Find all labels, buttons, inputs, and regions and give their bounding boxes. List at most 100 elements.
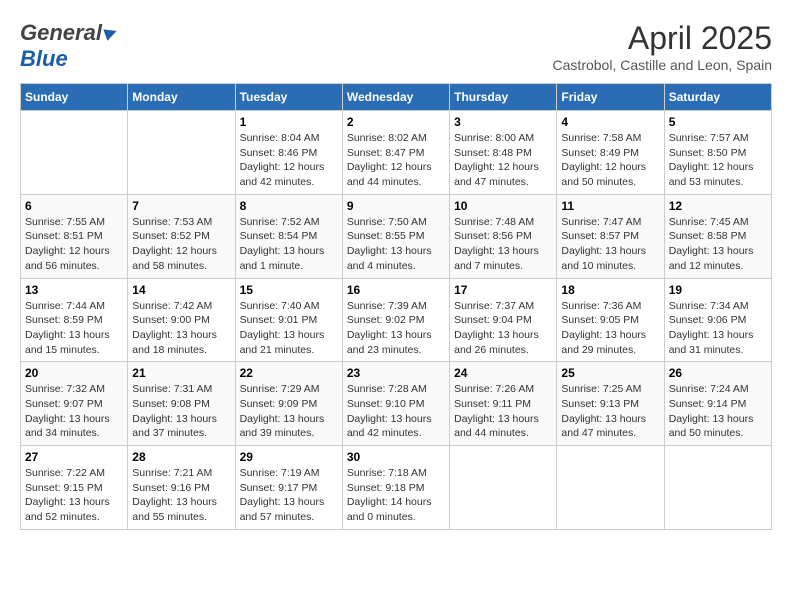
day-number: 29 — [240, 450, 338, 464]
day-number: 30 — [347, 450, 445, 464]
logo-general: General — [20, 20, 102, 46]
day-number: 2 — [347, 115, 445, 129]
day-info: Sunrise: 7:31 AMSunset: 9:08 PMDaylight:… — [132, 382, 230, 441]
day-number: 1 — [240, 115, 338, 129]
day-info: Sunrise: 7:57 AMSunset: 8:50 PMDaylight:… — [669, 131, 767, 190]
day-info: Sunrise: 7:52 AMSunset: 8:54 PMDaylight:… — [240, 215, 338, 274]
calendar-week-row: 6 Sunrise: 7:55 AMSunset: 8:51 PMDaylight… — [21, 194, 772, 278]
day-info: Sunrise: 7:18 AMSunset: 9:18 PMDaylight:… — [347, 466, 445, 525]
logo: General Blue — [20, 20, 117, 72]
calendar-cell: 14Sunrise: 7:42 AMSunset: 9:00 PMDayligh… — [128, 278, 235, 362]
day-number: 28 — [132, 450, 230, 464]
calendar-cell: 4Sunrise: 7:58 AMSunset: 8:49 PMDaylight… — [557, 111, 664, 195]
month-title: April 2025 — [553, 20, 772, 57]
calendar-cell: 3 Sunrise: 8:00 AMSunset: 8:48 PMDaylight… — [450, 111, 557, 195]
day-info: Sunrise: 7:53 AMSunset: 8:52 PMDaylight:… — [132, 215, 230, 274]
day-info: Sunrise: 7:34 AMSunset: 9:06 PMDaylight:… — [669, 299, 767, 358]
calendar-header-row: SundayMondayTuesdayWednesdayThursdayFrid… — [21, 84, 772, 111]
calendar-cell: 28 Sunrise: 7:21 AMSunset: 9:16 PMDayligh… — [128, 446, 235, 530]
day-number: 3 — [454, 115, 552, 129]
logo-icon — [103, 25, 118, 40]
calendar-week-row: 13 Sunrise: 7:44 AMSunset: 8:59 PMDayligh… — [21, 278, 772, 362]
day-info: Sunrise: 7:37 AMSunset: 9:04 PMDaylight:… — [454, 299, 552, 358]
day-info: Sunrise: 8:00 AMSunset: 8:48 PMDaylight:… — [454, 131, 552, 190]
calendar-cell: 8 Sunrise: 7:52 AMSunset: 8:54 PMDaylight… — [235, 194, 342, 278]
day-info: Sunrise: 7:32 AMSunset: 9:07 PMDaylight:… — [25, 382, 123, 441]
day-info: Sunrise: 7:47 AMSunset: 8:57 PMDaylight:… — [561, 215, 659, 274]
day-number: 8 — [240, 199, 338, 213]
day-number: 22 — [240, 366, 338, 380]
day-number: 17 — [454, 283, 552, 297]
calendar-cell: 9Sunrise: 7:50 AMSunset: 8:55 PMDaylight… — [342, 194, 449, 278]
day-info: Sunrise: 7:25 AMSunset: 9:13 PMDaylight:… — [561, 382, 659, 441]
calendar-cell: 23Sunrise: 7:28 AMSunset: 9:10 PMDayligh… — [342, 362, 449, 446]
day-info: Sunrise: 7:55 AMSunset: 8:51 PMDaylight:… — [25, 215, 123, 274]
day-info: Sunrise: 7:24 AMSunset: 9:14 PMDaylight:… — [669, 382, 767, 441]
calendar-day-header: Thursday — [450, 84, 557, 111]
day-number: 13 — [25, 283, 123, 297]
day-number: 20 — [25, 366, 123, 380]
calendar-cell: 2 Sunrise: 8:02 AMSunset: 8:47 PMDaylight… — [342, 111, 449, 195]
day-info: Sunrise: 8:02 AMSunset: 8:47 PMDaylight:… — [347, 131, 445, 190]
logo-blue: Blue — [20, 46, 68, 72]
calendar-cell: 25 Sunrise: 7:25 AMSunset: 9:13 PMDayligh… — [557, 362, 664, 446]
day-info: Sunrise: 7:36 AMSunset: 9:05 PMDaylight:… — [561, 299, 659, 358]
calendar-cell: 18Sunrise: 7:36 AMSunset: 9:05 PMDayligh… — [557, 278, 664, 362]
calendar-cell — [450, 446, 557, 530]
day-info: Sunrise: 7:48 AMSunset: 8:56 PMDaylight:… — [454, 215, 552, 274]
calendar-cell: 11 Sunrise: 7:47 AMSunset: 8:57 PMDayligh… — [557, 194, 664, 278]
day-number: 25 — [561, 366, 659, 380]
day-info: Sunrise: 7:42 AMSunset: 9:00 PMDaylight:… — [132, 299, 230, 358]
day-info: Sunrise: 7:21 AMSunset: 9:16 PMDaylight:… — [132, 466, 230, 525]
title-block: April 2025 Castrobol, Castille and Leon,… — [553, 20, 772, 73]
calendar-cell: 30 Sunrise: 7:18 AMSunset: 9:18 PMDayligh… — [342, 446, 449, 530]
day-number: 9 — [347, 199, 445, 213]
calendar-cell: 17 Sunrise: 7:37 AMSunset: 9:04 PMDayligh… — [450, 278, 557, 362]
day-number: 10 — [454, 199, 552, 213]
calendar-cell — [21, 111, 128, 195]
calendar-cell: 22 Sunrise: 7:29 AMSunset: 9:09 PMDayligh… — [235, 362, 342, 446]
day-info: Sunrise: 7:44 AMSunset: 8:59 PMDaylight:… — [25, 299, 123, 358]
calendar-cell: 24 Sunrise: 7:26 AMSunset: 9:11 PMDayligh… — [450, 362, 557, 446]
day-number: 4 — [561, 115, 659, 129]
calendar-cell: 1Sunrise: 8:04 AMSunset: 8:46 PMDaylight… — [235, 111, 342, 195]
day-number: 16 — [347, 283, 445, 297]
day-number: 11 — [561, 199, 659, 213]
day-info: Sunrise: 7:19 AMSunset: 9:17 PMDaylight:… — [240, 466, 338, 525]
calendar-cell: 7Sunrise: 7:53 AMSunset: 8:52 PMDaylight… — [128, 194, 235, 278]
day-info: Sunrise: 7:28 AMSunset: 9:10 PMDaylight:… — [347, 382, 445, 441]
calendar-week-row: 27 Sunrise: 7:22 AMSunset: 9:15 PMDayligh… — [21, 446, 772, 530]
page-header: General Blue April 2025 Castrobol, Casti… — [20, 20, 772, 73]
calendar-cell: 20 Sunrise: 7:32 AMSunset: 9:07 PMDayligh… — [21, 362, 128, 446]
calendar-day-header: Tuesday — [235, 84, 342, 111]
calendar-cell: 21Sunrise: 7:31 AMSunset: 9:08 PMDayligh… — [128, 362, 235, 446]
day-number: 27 — [25, 450, 123, 464]
calendar-cell: 5 Sunrise: 7:57 AMSunset: 8:50 PMDaylight… — [664, 111, 771, 195]
day-info: Sunrise: 7:22 AMSunset: 9:15 PMDaylight:… — [25, 466, 123, 525]
calendar-cell: 29 Sunrise: 7:19 AMSunset: 9:17 PMDayligh… — [235, 446, 342, 530]
calendar-day-header: Monday — [128, 84, 235, 111]
day-number: 15 — [240, 283, 338, 297]
calendar-cell: 26Sunrise: 7:24 AMSunset: 9:14 PMDayligh… — [664, 362, 771, 446]
calendar-cell — [557, 446, 664, 530]
day-info: Sunrise: 7:40 AMSunset: 9:01 PMDaylight:… — [240, 299, 338, 358]
day-number: 6 — [25, 199, 123, 213]
calendar-cell: 16Sunrise: 7:39 AMSunset: 9:02 PMDayligh… — [342, 278, 449, 362]
day-number: 5 — [669, 115, 767, 129]
calendar-cell: 13 Sunrise: 7:44 AMSunset: 8:59 PMDayligh… — [21, 278, 128, 362]
calendar-cell — [128, 111, 235, 195]
calendar-cell — [664, 446, 771, 530]
calendar-day-header: Friday — [557, 84, 664, 111]
day-number: 24 — [454, 366, 552, 380]
calendar-cell: 27 Sunrise: 7:22 AMSunset: 9:15 PMDayligh… — [21, 446, 128, 530]
calendar-cell: 6 Sunrise: 7:55 AMSunset: 8:51 PMDaylight… — [21, 194, 128, 278]
day-info: Sunrise: 7:29 AMSunset: 9:09 PMDaylight:… — [240, 382, 338, 441]
calendar-cell: 15 Sunrise: 7:40 AMSunset: 9:01 PMDayligh… — [235, 278, 342, 362]
calendar-day-header: Saturday — [664, 84, 771, 111]
calendar-table: SundayMondayTuesdayWednesdayThursdayFrid… — [20, 83, 772, 530]
day-number: 19 — [669, 283, 767, 297]
calendar-cell: 19 Sunrise: 7:34 AMSunset: 9:06 PMDayligh… — [664, 278, 771, 362]
day-info: Sunrise: 7:26 AMSunset: 9:11 PMDaylight:… — [454, 382, 552, 441]
calendar-day-header: Sunday — [21, 84, 128, 111]
calendar-week-row: 1Sunrise: 8:04 AMSunset: 8:46 PMDaylight… — [21, 111, 772, 195]
